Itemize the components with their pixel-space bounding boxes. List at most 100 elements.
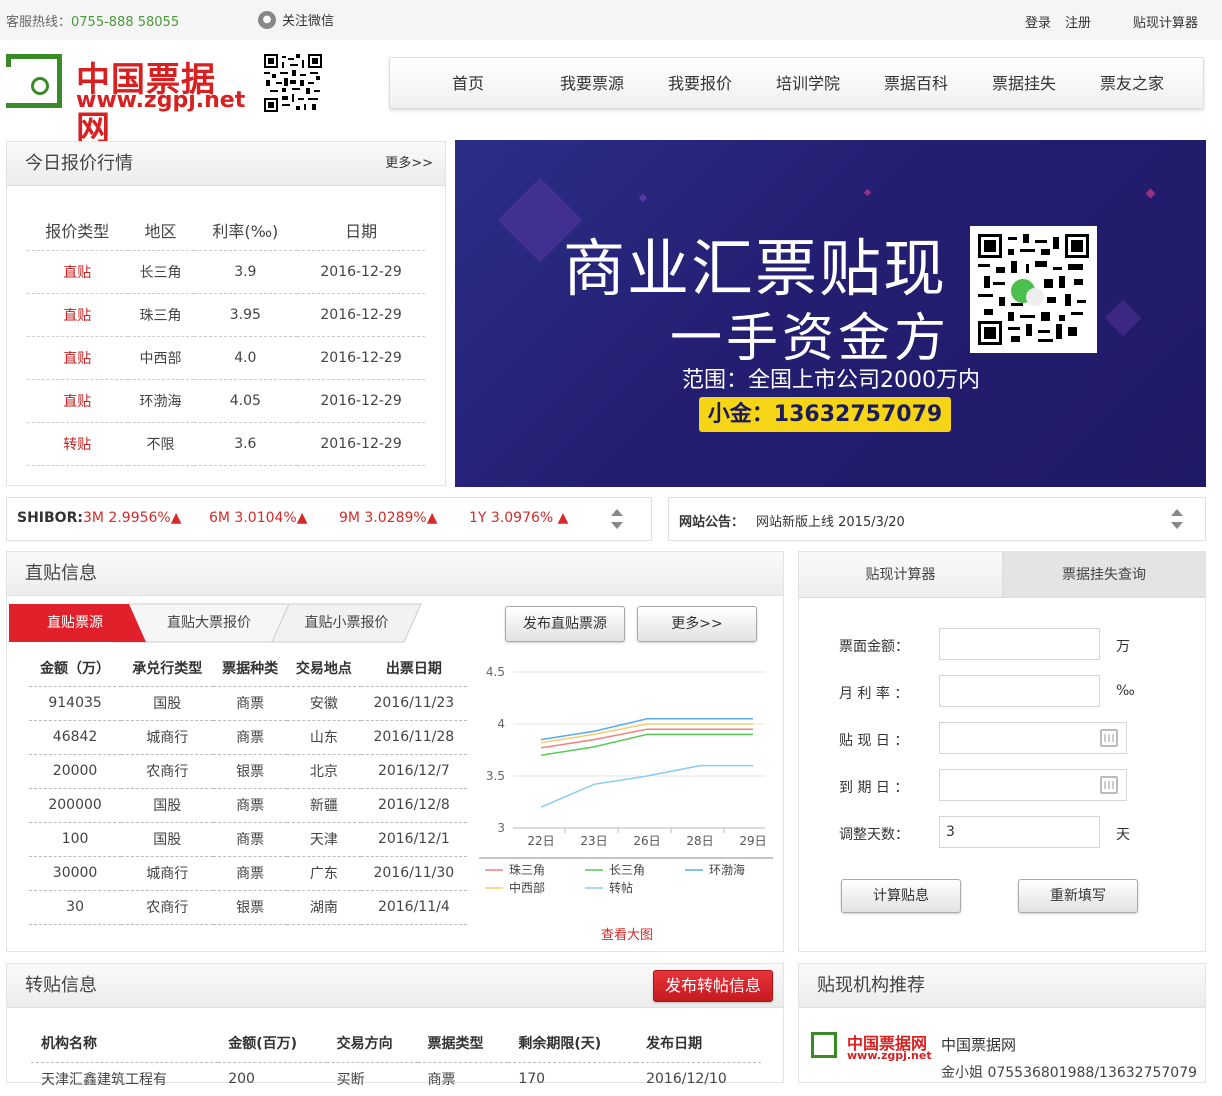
site-logo[interactable]: 中国票据网 www.zgpj.net [6, 54, 246, 149]
discount-date-input[interactable] [939, 722, 1127, 754]
table-row[interactable]: 200000 国股 商票 新疆 2016/12/8 [29, 788, 467, 823]
hotline-label: 客服热线： [6, 15, 72, 30]
tab-direct-sources[interactable]: 直贴票源 [9, 602, 141, 644]
series-line [540, 723, 753, 744]
cell: 3.95 [193, 293, 298, 337]
calendar-icon[interactable] [1100, 776, 1118, 794]
wechat-follow-link[interactable]: ● 关注微信 [258, 10, 334, 29]
table-row[interactable]: 30 农商行 银票 湖南 2016/11/4 [29, 890, 467, 925]
legend-label: 珠三角 [509, 863, 545, 877]
cell: 银票 [213, 890, 287, 925]
site-notice: 网站公告： 网站新版上线 2015/3/20 [668, 497, 1206, 541]
publish-transfer-button[interactable]: 发布转帖信息 [653, 970, 773, 1002]
notice-text[interactable]: 网站新版上线 2015/3/20 [756, 511, 905, 530]
scroll-arrows-icon[interactable] [1171, 509, 1183, 531]
tab-loss-query[interactable]: 票据挂失查询 [1003, 552, 1205, 598]
cell: 不限 [127, 422, 194, 466]
cell: 商票 [213, 686, 287, 721]
direct-more-button[interactable]: 更多>> [637, 606, 757, 642]
shibor-1y: 1Y 3.0976% ▲ [469, 510, 569, 526]
org-recommend-panel: 贴现机构推荐 中国票据网 www.zgpj.net 中国票据网 金小姐 0755… [798, 963, 1206, 1083]
table-row[interactable]: 天津汇鑫建筑工程有 200 买断 商票 170 2016/12/10 [31, 1062, 761, 1096]
promo-banner[interactable]: 商业汇票贴现 一手资金方 范围：全国上市公司2000万内 小金：13632757… [455, 140, 1206, 487]
monthly-rate-input[interactable] [939, 675, 1100, 707]
tab-direct-small[interactable]: 直贴小票报价 [279, 602, 414, 644]
table-row[interactable]: 20000 农商行 银票 北京 2016/12/7 [29, 754, 467, 789]
cell: 新疆 [287, 788, 361, 823]
nav-quote[interactable]: 我要报价 [650, 58, 758, 108]
decor-shape [1104, 299, 1142, 337]
calculate-button[interactable]: 计算贴息 [841, 879, 961, 913]
transfer-title-bar: 转贴信息 发布转帖信息 [7, 964, 783, 1008]
hotline: 客服热线：0755-888 58055 [6, 11, 179, 30]
cell: 北京 [287, 754, 361, 789]
banner-subheadline: 一手资金方 [670, 309, 951, 369]
table-row[interactable]: 46842 城商行 商票 山东 2016/11/28 [29, 720, 467, 755]
nav-wiki[interactable]: 票据百科 [866, 58, 974, 108]
publish-direct-button[interactable]: 发布直贴票源 [505, 606, 625, 642]
legend-label: 长三角 [609, 863, 645, 877]
y-tick-label: 3.5 [486, 769, 505, 783]
face-amount-input[interactable] [939, 628, 1100, 660]
nav-loss[interactable]: 票据挂失 [974, 58, 1082, 108]
cell: 100 [29, 822, 122, 857]
due-date-input[interactable] [939, 769, 1127, 801]
col-amount: 金额（万） [29, 650, 122, 687]
nav-community[interactable]: 票友之家 [1082, 58, 1190, 108]
shibor-9m: 9M 3.0289%▲ [339, 510, 438, 526]
tab-calculator[interactable]: 贴现计算器 [799, 552, 1003, 598]
decor-shape [863, 188, 872, 197]
register-link[interactable]: 注册 [1065, 12, 1091, 31]
nav-home[interactable]: 首页 [434, 58, 542, 108]
table-row[interactable]: 直贴 中西部 4.0 2016-12-29 [27, 336, 425, 380]
scroll-arrows-icon[interactable] [611, 509, 623, 531]
table-row[interactable]: 100 国股 商票 天津 2016/12/1 [29, 822, 467, 857]
banner-contact: 小金：13632757079 [699, 397, 951, 432]
monthly-rate-label: 月 利 率 ： [839, 686, 909, 702]
transfer-table: 机构名称 金额(百万) 交易方向 票据类型 剩余期限(天) 发布日期 天津汇鑫建筑工程有 2… [31, 1024, 761, 1096]
cell: 2016-12-29 [297, 293, 425, 337]
reset-button[interactable]: 重新填写 [1018, 879, 1138, 913]
calendar-icon[interactable] [1100, 729, 1118, 747]
table-row[interactable]: 直贴 珠三角 3.95 2016-12-29 [27, 293, 425, 337]
direct-title: 直贴信息 [25, 563, 97, 584]
cell: 2016/11/23 [360, 686, 467, 721]
cell: 2016/11/4 [360, 890, 467, 925]
adjust-days-input[interactable]: 3 [939, 816, 1100, 848]
view-large-chart-link[interactable]: 查看大图 [601, 924, 653, 943]
col-remaining: 剩余期限(天) [508, 1024, 637, 1063]
table-row[interactable]: 转贴 不限 3.6 2016-12-29 [27, 422, 425, 466]
calculator-link[interactable]: 贴现计算器 [1133, 12, 1198, 31]
cell: 商票 [427, 1072, 456, 1089]
cell: 直贴 [27, 379, 128, 423]
decor-shape [1145, 188, 1156, 199]
cell: 广东 [287, 856, 361, 891]
col-direction: 交易方向 [326, 1024, 418, 1063]
table-row[interactable]: 914035 国股 商票 安徽 2016/11/23 [29, 686, 467, 721]
cell: 3.6 [193, 422, 298, 466]
col-region: 地区 [127, 210, 194, 251]
cell: 银票 [213, 754, 287, 789]
cell: 商票 [213, 822, 287, 857]
org-logo-en: www.zgpj.net [847, 1049, 932, 1062]
col-amount: 金额(百万) [218, 1024, 327, 1063]
nav-sources[interactable]: 我要票源 [542, 58, 650, 108]
cell: 商票 [213, 856, 287, 891]
shibor-3m: 3M 2.9956%▲ [83, 510, 182, 526]
table-row[interactable]: 直贴 长三角 3.9 2016-12-29 [27, 250, 425, 294]
cell: 城商行 [121, 856, 214, 891]
adjust-days-unit: 天 [1116, 827, 1130, 843]
table-row[interactable]: 直贴 环渤海 4.05 2016-12-29 [27, 379, 425, 423]
login-link[interactable]: 登录 [1025, 12, 1051, 31]
table-row[interactable]: 30000 城商行 商票 广东 2016/11/30 [29, 856, 467, 891]
cell: 国股 [121, 788, 214, 823]
shibor-label: SHIBOR: [17, 510, 83, 526]
org-name[interactable]: 中国票据网 [941, 1034, 1016, 1055]
cell: 湖南 [287, 890, 361, 925]
tab-direct-large[interactable]: 直贴大票报价 [139, 602, 279, 644]
quote-more-link[interactable]: 更多>> [385, 142, 433, 186]
monthly-rate-unit: ‰ [1116, 683, 1135, 699]
nav-training[interactable]: 培训学院 [758, 58, 866, 108]
decor-shape [638, 193, 648, 203]
